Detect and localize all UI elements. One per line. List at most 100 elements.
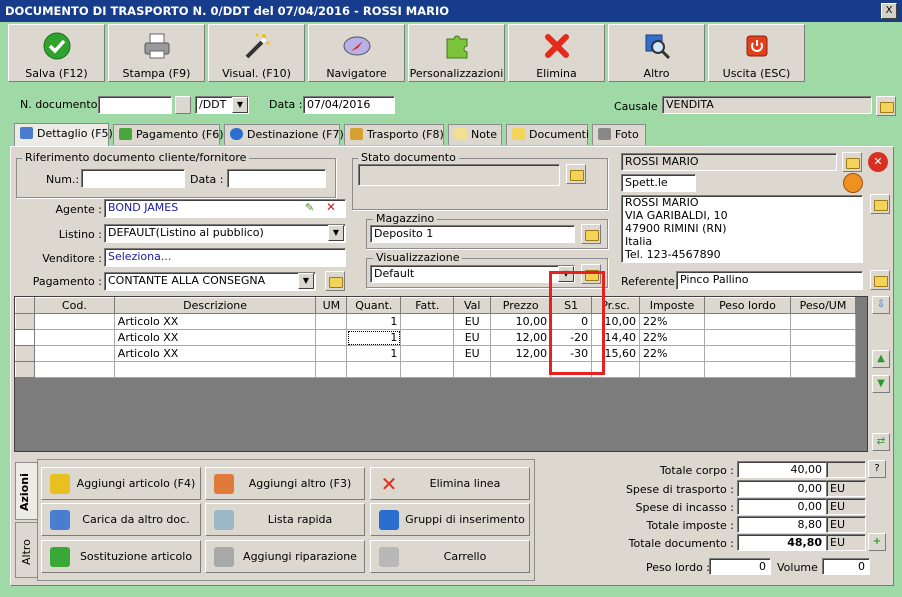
customize-button[interactable]: Personalizzazioni <box>408 24 505 82</box>
pagamento-dropdown-icon[interactable]: ▼ <box>298 273 314 289</box>
add-other-button[interactable]: Aggiungi altro (F3) <box>205 467 365 500</box>
referente-folder-icon[interactable] <box>870 270 890 290</box>
pagamento-folder-icon[interactable] <box>325 271 345 291</box>
rif-date-input[interactable] <box>227 169 326 188</box>
add-article-button[interactable]: Aggiungi articolo (F4) <box>41 467 201 500</box>
camera-icon <box>598 128 611 140</box>
insert-groups-button[interactable]: Gruppi di inserimento <box>370 503 530 536</box>
totale-imposte: 8,80 <box>737 516 827 533</box>
ndoc-spin[interactable] <box>175 96 191 114</box>
col-imposte[interactable]: Imposte <box>639 297 705 314</box>
cart-button[interactable]: Carrello <box>370 540 530 573</box>
ndoc-label: N. documento : <box>20 98 105 111</box>
pagamento-select[interactable]: CONTANTE ALLA CONSEGNA <box>104 272 316 291</box>
tab-pagamento[interactable]: Pagamento (F6) <box>113 124 224 145</box>
exit-button[interactable]: Uscita (ESC) <box>708 24 805 82</box>
stato-field <box>358 164 560 186</box>
ndoc-input[interactable] <box>98 96 172 114</box>
col-fatt[interactable]: Fatt. <box>400 297 455 314</box>
replace-article-button[interactable]: Sostituzione articolo <box>41 540 201 573</box>
client-type[interactable]: Spett.le <box>621 174 696 192</box>
venditore-label: Venditore : <box>42 252 102 265</box>
wrench-icon <box>214 547 234 567</box>
other-button[interactable]: Altro <box>608 24 705 82</box>
col-quant[interactable]: Quant. <box>346 297 402 314</box>
pencil-icon[interactable]: ✎ <box>305 201 314 214</box>
puzzle-icon <box>446 35 468 59</box>
venditore-field[interactable]: Seleziona... <box>104 248 346 267</box>
causale-folder-icon[interactable] <box>876 96 896 116</box>
volume: 0 <box>822 558 870 575</box>
checklist-icon <box>50 510 70 530</box>
table-row[interactable] <box>15 361 857 378</box>
expand-icon[interactable]: + <box>868 533 886 551</box>
power-icon <box>746 35 768 57</box>
navigator-button[interactable]: Navigatore <box>308 24 405 82</box>
col-val[interactable]: Val <box>453 297 492 314</box>
tab-documenti[interactable]: Documenti <box>506 124 589 145</box>
help-button[interactable]: ? <box>868 460 886 478</box>
col-prezzo[interactable]: Prezzo <box>490 297 552 314</box>
col-peso-um[interactable]: Peso/UM <box>789 297 857 314</box>
visual-title: Visualizzazione <box>373 251 463 264</box>
trasporto-currency: EU <box>826 480 866 497</box>
table-row[interactable]: Articolo XX 1 EU 12,00 -30 15,60 22% <box>15 345 857 362</box>
swap-icon <box>50 547 70 567</box>
compass-icon <box>343 36 371 56</box>
move-bottom-icon[interactable]: ⇩ <box>872 296 890 314</box>
table-row[interactable]: Articolo XX 1 EU 10,00 0 10,00 22% <box>15 313 857 330</box>
date-input[interactable]: 07/04/2016 <box>303 96 395 114</box>
client-folder-icon[interactable] <box>842 152 862 172</box>
listino-dropdown-icon[interactable]: ▼ <box>328 225 344 241</box>
delete-button[interactable]: Elimina <box>508 24 605 82</box>
copy-lines-icon[interactable]: ⇄ <box>872 433 890 451</box>
visual-select[interactable]: Default <box>370 265 575 283</box>
totale-corpo-label: Totale corpo : <box>659 464 734 477</box>
delete-line-button[interactable]: ✕ Elimina linea <box>370 467 530 500</box>
add-repair-button[interactable]: Aggiungi riparazione <box>205 540 365 573</box>
num-input[interactable] <box>81 169 185 188</box>
listino-select[interactable]: DEFAULT(Listino al pubblico) <box>104 224 346 243</box>
clear-icon[interactable]: ✕ <box>326 200 336 214</box>
close-button[interactable]: X <box>881 3 897 19</box>
move-down-icon[interactable]: ▼ <box>872 375 890 393</box>
address-folder-icon[interactable] <box>870 194 890 214</box>
spese-incasso[interactable]: 0,00 <box>737 498 827 515</box>
tab-destinazione[interactable]: Destinazione (F7) <box>224 124 344 145</box>
documento-currency: EU <box>826 534 866 551</box>
tab-azioni[interactable]: Azioni <box>15 462 37 520</box>
view-button[interactable]: Visual. (F10) <box>208 24 305 82</box>
table-row[interactable]: Articolo XX 1 EU 12,00 -20 14,40 22% <box>15 329 857 346</box>
stato-folder-icon[interactable] <box>566 164 586 184</box>
payment-icon <box>119 128 132 140</box>
group-add-icon <box>379 510 399 530</box>
refresh-icon[interactable] <box>843 173 863 193</box>
series-dropdown-icon[interactable]: ▼ <box>232 97 248 113</box>
tab-foto[interactable]: Foto <box>592 124 646 145</box>
client-remove-icon[interactable]: ✕ <box>868 152 888 172</box>
truck-icon <box>350 128 363 140</box>
client-address: ROSSI MARIO VIA GARIBALDI, 10 47900 RIMI… <box>621 195 863 263</box>
printer-icon <box>144 33 170 59</box>
volume-label: Volume : <box>777 561 826 574</box>
save-button[interactable]: Salva (F12) <box>8 24 105 82</box>
col-um[interactable]: UM <box>315 297 348 314</box>
totale-corpo: 40,00 <box>737 461 827 478</box>
col-descrizione[interactable]: Descrizione <box>113 297 317 314</box>
pagamento-label: Pagamento : <box>32 275 102 288</box>
move-up-icon[interactable]: ▲ <box>872 350 890 368</box>
referente-input[interactable]: Pinco Pallino <box>676 271 863 290</box>
spese-trasporto[interactable]: 0,00 <box>737 480 827 497</box>
magazzino-folder-icon[interactable] <box>581 224 601 244</box>
col-cod[interactable]: Cod. <box>33 297 115 314</box>
quick-list-button[interactable]: Lista rapida <box>205 503 365 536</box>
col-peso-lordo[interactable]: Peso lordo <box>704 297 791 314</box>
magazzino-field[interactable]: Deposito 1 <box>370 225 575 243</box>
cart-icon <box>379 547 399 567</box>
print-button[interactable]: Stampa (F9) <box>108 24 205 82</box>
tab-trasporto[interactable]: Trasporto (F8) <box>344 124 444 145</box>
tab-dettaglio[interactable]: Dettaglio (F5) <box>14 123 113 146</box>
tab-altro[interactable]: Altro <box>15 522 37 578</box>
tab-note[interactable]: Note <box>448 124 502 145</box>
load-doc-button[interactable]: Carica da altro doc. <box>41 503 201 536</box>
